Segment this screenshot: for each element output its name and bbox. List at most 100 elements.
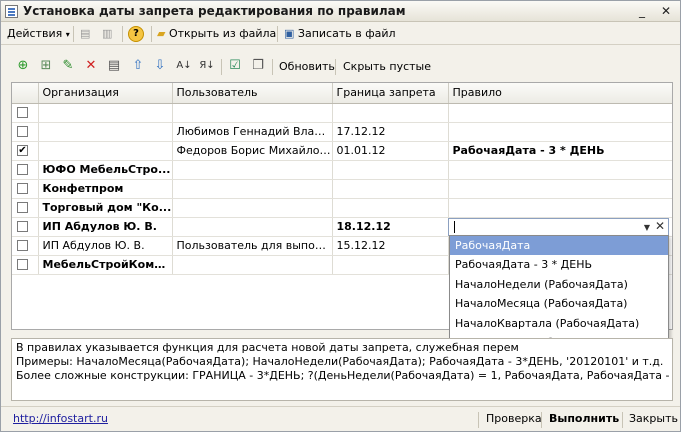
- cell-check[interactable]: [12, 160, 39, 180]
- table-row[interactable]: ✔ Федоров Борис Михайлович 01.01.12 Рабочая…: [12, 141, 672, 161]
- sort-desc-icon[interactable]: Я↓: [199, 58, 215, 74]
- cell-org[interactable]: [38, 141, 173, 161]
- cell-user[interactable]: Любимов Геннадий Владим...: [172, 122, 333, 142]
- infostart-link[interactable]: http://infostart.ru: [13, 412, 108, 425]
- checkbox[interactable]: [17, 220, 28, 232]
- cell-org[interactable]: ИП Абдулов Ю. В.: [38, 217, 173, 237]
- minimize-icon[interactable]: _: [634, 4, 650, 19]
- cell-date[interactable]: 17.12.12: [332, 122, 449, 142]
- cell-org[interactable]: [38, 103, 173, 123]
- cell-date[interactable]: [332, 255, 449, 275]
- close-window-icon[interactable]: ✕: [658, 4, 674, 19]
- check-button[interactable]: Проверка: [486, 412, 542, 425]
- save-file-button[interactable]: ▣ Записать в файл: [284, 26, 396, 42]
- checkbox[interactable]: [17, 239, 28, 251]
- edit-icon[interactable]: ✎: [60, 58, 76, 74]
- header-organization[interactable]: Организация: [38, 83, 173, 104]
- check-all-icon[interactable]: ☑: [227, 58, 243, 74]
- cell-rule[interactable]: [448, 122, 672, 142]
- help-line: Более сложные конструкции: ГРАНИЦА - 3*Д…: [16, 369, 673, 382]
- cell-rule[interactable]: [448, 198, 672, 218]
- chevron-down-icon[interactable]: ▼: [644, 223, 650, 232]
- checkbox[interactable]: [17, 163, 28, 175]
- cell-check[interactable]: [12, 122, 39, 142]
- add-copy-icon[interactable]: ⊞: [38, 58, 54, 74]
- copy-icon[interactable]: ▤: [80, 26, 90, 42]
- dropdown-option[interactable]: РабочаяДата: [450, 236, 668, 256]
- cell-check[interactable]: [12, 103, 39, 123]
- header-rule[interactable]: Правило: [448, 83, 672, 104]
- refresh-button[interactable]: Обновить: [279, 60, 335, 73]
- checkbox[interactable]: [17, 201, 28, 213]
- dropdown-option[interactable]: РабочаяДата - 3 * ДЕНЬ: [450, 255, 668, 274]
- cell-rule[interactable]: РабочаяДата - 3 * ДЕНЬ: [448, 141, 672, 161]
- table-row[interactable]: Любимов Геннадий Владим... 17.12.12: [12, 122, 672, 142]
- add-icon[interactable]: ⊕: [15, 58, 31, 74]
- cell-date[interactable]: [332, 179, 449, 199]
- cell-check[interactable]: [12, 198, 39, 218]
- table-row[interactable]: [12, 103, 672, 123]
- cell-org[interactable]: [38, 122, 173, 142]
- cell-rule[interactable]: [448, 103, 672, 123]
- end-edit-icon[interactable]: ▤: [106, 58, 122, 74]
- rule-input[interactable]: ▼ ✕: [448, 218, 669, 236]
- cell-org[interactable]: ИП Абдулов Ю. В.: [38, 236, 173, 256]
- cell-user[interactable]: [172, 255, 333, 275]
- cell-user[interactable]: [172, 217, 333, 237]
- checkbox[interactable]: ✔: [17, 144, 28, 156]
- cell-org[interactable]: ЮФО МебельСтро...: [38, 160, 173, 180]
- help-icon[interactable]: ?: [128, 26, 144, 42]
- header-date[interactable]: Граница запрета: [332, 83, 449, 104]
- cell-user[interactable]: [172, 198, 333, 218]
- checkbox[interactable]: [17, 182, 28, 194]
- divider: [122, 26, 123, 42]
- cell-user[interactable]: Пользователь для выполне...: [172, 236, 333, 256]
- dropdown-option[interactable]: НачалоМесяца (РабочаяДата): [450, 294, 668, 313]
- header-check[interactable]: [12, 83, 39, 104]
- open-file-button[interactable]: ▰ Открыть из файла: [157, 26, 276, 42]
- cell-check[interactable]: [12, 179, 39, 199]
- cell-org[interactable]: МебельСтройКомп...: [38, 255, 173, 275]
- move-down-icon[interactable]: ⇩: [152, 58, 168, 74]
- actions-menu-label: Действия: [7, 27, 63, 40]
- cell-user[interactable]: [172, 103, 333, 123]
- cell-date[interactable]: 18.12.12: [332, 217, 449, 237]
- cell-date[interactable]: 01.01.12: [332, 141, 449, 161]
- dropdown-option[interactable]: НачалоКвартала (РабочаяДата): [450, 314, 668, 333]
- cell-check[interactable]: [12, 236, 39, 256]
- cell-rule[interactable]: [448, 179, 672, 199]
- checkbox[interactable]: [17, 258, 28, 270]
- cell-rule[interactable]: [448, 160, 672, 180]
- table-row[interactable]: ЮФО МебельСтро...: [12, 160, 672, 180]
- cell-check[interactable]: [12, 217, 39, 237]
- help-line: В правилах указывается функция для расче…: [16, 341, 519, 354]
- cell-org[interactable]: Торговый дом "Ко...: [38, 198, 173, 218]
- delete-icon[interactable]: ✕: [83, 58, 99, 74]
- save-doc-icon[interactable]: ▥: [102, 26, 112, 42]
- uncheck-all-icon[interactable]: ❐: [250, 58, 266, 74]
- cell-date[interactable]: [332, 103, 449, 123]
- clear-icon[interactable]: ✕: [655, 219, 665, 233]
- dropdown-option[interactable]: НачалоНедели (РабочаяДата): [450, 275, 668, 294]
- cell-org[interactable]: Конфетпром: [38, 179, 173, 199]
- checkbox[interactable]: [17, 106, 28, 118]
- execute-button[interactable]: Выполнить: [549, 412, 619, 425]
- actions-menu[interactable]: Действия ▾: [7, 26, 70, 42]
- move-up-icon[interactable]: ⇧: [130, 58, 146, 74]
- close-button[interactable]: Закрыть: [629, 412, 678, 425]
- table-row[interactable]: Конфетпром: [12, 179, 672, 199]
- cell-user[interactable]: Федоров Борис Михайлович: [172, 141, 333, 161]
- cell-date[interactable]: 15.12.12: [332, 236, 449, 256]
- menu-bar: Действия ▾ ▤ ▥ ? ▰ Открыть из файла ▣ За…: [1, 23, 680, 45]
- checkbox[interactable]: [17, 125, 28, 137]
- cell-check[interactable]: ✔: [12, 141, 39, 161]
- header-user[interactable]: Пользователь: [172, 83, 333, 104]
- table-row[interactable]: Торговый дом "Ко...: [12, 198, 672, 218]
- cell-date[interactable]: [332, 198, 449, 218]
- cell-date[interactable]: [332, 160, 449, 180]
- cell-user[interactable]: [172, 160, 333, 180]
- cell-check[interactable]: [12, 255, 39, 275]
- hide-empty-button[interactable]: Скрыть пустые: [343, 60, 431, 73]
- sort-asc-icon[interactable]: A↓: [176, 58, 192, 74]
- cell-user[interactable]: [172, 179, 333, 199]
